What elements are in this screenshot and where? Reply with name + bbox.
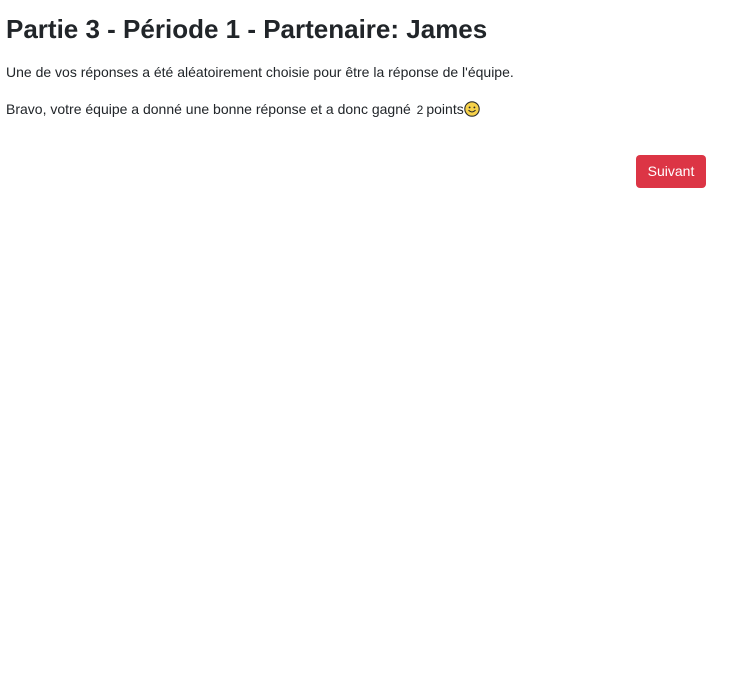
page-title: Partie 3 - Période 1 - Partenaire: James [6,14,488,44]
points-label: points [426,101,464,117]
team-answer-text: Une de vos réponses a été aléatoirement … [6,64,514,80]
result-message: Bravo, votre équipe a donné une bonne ré… [6,99,480,120]
points-value: 2 [416,103,424,117]
smiley-face-icon [463,101,480,117]
next-button[interactable]: Suivant [636,155,706,188]
team-answer-message: Une de vos réponses a été aléatoirement … [6,62,514,82]
result-text-prefix: Bravo, votre équipe a donné une bonne ré… [6,101,411,117]
